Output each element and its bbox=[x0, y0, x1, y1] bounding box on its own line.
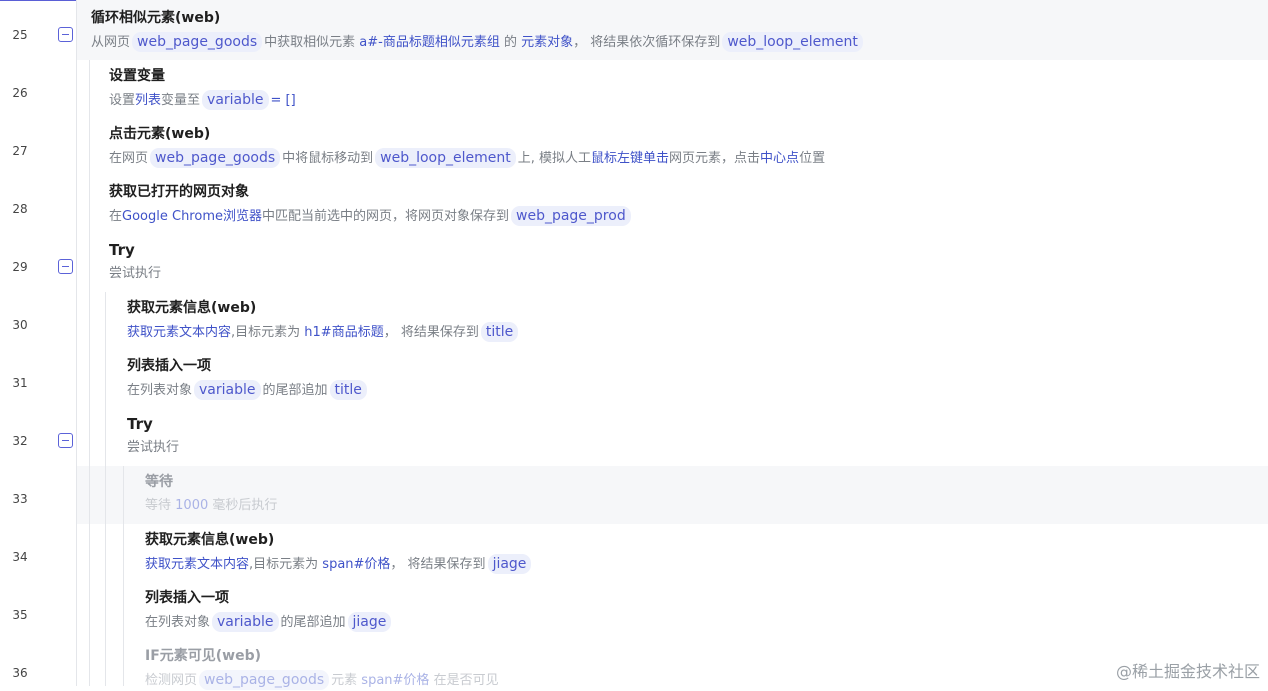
step-description: 获取元素文本内容,目标元素为 span#价格， 将结果保存到 jiage bbox=[145, 554, 533, 575]
step-description: 尝试执行 bbox=[127, 440, 180, 455]
line-number: 33 bbox=[12, 492, 28, 506]
step-title: 获取已打开的网页对象 bbox=[109, 184, 249, 200]
step-title: 获取元素信息(web) bbox=[145, 532, 275, 548]
line-number: 31 bbox=[12, 376, 28, 390]
variable-pill[interactable]: title bbox=[329, 380, 367, 400]
line-number: 35 bbox=[12, 608, 28, 622]
step-list-append[interactable]: 列表插入一项 在列表对象 variable 的尾部追加 title bbox=[127, 356, 369, 401]
line-number: 30 bbox=[12, 318, 28, 332]
line-number: 29 bbox=[12, 260, 28, 274]
step-get-open-page[interactable]: 获取已打开的网页对象 在Google Chrome浏览器中匹配当前选中的网页，将… bbox=[109, 182, 633, 227]
step-description: 设置列表变量至 variable = [] bbox=[109, 90, 296, 110]
indent-guide-loop bbox=[89, 60, 90, 686]
collapse-toggle-icon[interactable] bbox=[58, 433, 73, 448]
step-click-element[interactable]: 点击元素(web) 在网页 web_page_goods 中将鼠标移动到 web_lo… bbox=[109, 124, 825, 169]
line-number: 32 bbox=[12, 434, 28, 448]
variable-pill[interactable]: web_page_goods bbox=[132, 32, 263, 52]
step-title: 列表插入一项 bbox=[145, 590, 229, 606]
variable-pill[interactable]: web_page_prod bbox=[511, 206, 631, 226]
step-try-inner[interactable]: Try 尝试执行 bbox=[127, 414, 179, 458]
step-set-variable[interactable]: 设置变量 设置列表变量至 variable = [] bbox=[109, 66, 296, 111]
variable-pill[interactable]: variable bbox=[194, 380, 261, 400]
step-title: 列表插入一项 bbox=[127, 358, 211, 374]
step-get-element-info[interactable]: 获取元素信息(web) 获取元素文本内容,目标元素为 h1#商品标题， 将结果保… bbox=[127, 298, 520, 343]
step-description: 从网页 web_page_goods 中获取相似元素 a#-商品标题相似元素组 的 … bbox=[91, 32, 865, 53]
line-number: 25 bbox=[12, 28, 28, 42]
line-number: 36 bbox=[12, 666, 28, 680]
variable-pill[interactable]: jiage bbox=[487, 554, 532, 574]
variable-pill[interactable]: web_page_goods bbox=[150, 148, 281, 168]
collapse-toggle-icon[interactable] bbox=[58, 27, 73, 42]
line-number: 34 bbox=[12, 550, 28, 564]
variable-pill[interactable]: jiage bbox=[347, 612, 392, 632]
step-description: 在网页 web_page_goods 中将鼠标移动到 web_loop_element… bbox=[109, 148, 826, 168]
keyword: 元素对象 bbox=[521, 35, 574, 50]
variable-pill[interactable]: variable bbox=[212, 612, 279, 632]
keyword: 获取元素文本内容 bbox=[145, 557, 250, 572]
watermark: @稀土掘金技术社区 bbox=[1115, 662, 1260, 681]
indent-guide-try-inner bbox=[123, 466, 124, 686]
step-title: 设置变量 bbox=[109, 68, 165, 84]
step-title: 等待 bbox=[145, 474, 173, 490]
keyword: h1#商品标题 bbox=[304, 325, 384, 340]
line-number: 28 bbox=[12, 202, 28, 216]
step-description: 检测网页 web_page_goods 元素 span#价格 在是否可见 bbox=[145, 670, 499, 690]
variable-pill[interactable]: web_loop_element bbox=[722, 32, 863, 52]
keyword: span#价格 bbox=[322, 557, 391, 572]
collapse-toggle-icon[interactable] bbox=[58, 259, 73, 274]
variable-pill[interactable]: web_loop_element bbox=[375, 148, 516, 168]
keyword: Google Chrome浏览器 bbox=[122, 209, 262, 224]
step-description: 在列表对象 variable 的尾部追加 title bbox=[127, 380, 369, 401]
step-title: 获取元素信息(web) bbox=[127, 300, 257, 316]
variable-pill[interactable]: variable bbox=[202, 90, 269, 110]
step-list-append-price[interactable]: 列表插入一项 在列表对象 variable 的尾部追加 jiage bbox=[145, 588, 393, 633]
keyword: = [] bbox=[270, 93, 296, 108]
step-loop-similar-elements[interactable]: 循环相似元素(web) 从网页 web_page_goods 中获取相似元素 a#-… bbox=[91, 8, 865, 53]
step-try-outer[interactable]: Try 尝试执行 bbox=[109, 240, 161, 284]
indent-guide-try-outer bbox=[105, 292, 106, 686]
keyword: 获取元素文本内容 bbox=[127, 325, 232, 340]
line-number: 27 bbox=[12, 144, 28, 158]
step-title: Try bbox=[109, 241, 135, 259]
step-description: 在Google Chrome浏览器中匹配当前选中的网页，将网页对象保存到 web_… bbox=[109, 206, 633, 227]
gutter-top-indicator bbox=[0, 0, 76, 1]
line-number: 26 bbox=[12, 86, 28, 100]
keyword: 中心点 bbox=[760, 151, 800, 166]
line-number-gutter bbox=[0, 0, 77, 686]
step-wait[interactable]: 等待 等待 1000 毫秒后执行 bbox=[145, 472, 277, 516]
step-title: 点击元素(web) bbox=[109, 126, 211, 142]
keyword: 列表 bbox=[135, 93, 162, 108]
step-description: 在列表对象 variable 的尾部追加 jiage bbox=[145, 612, 393, 633]
step-get-element-info-price[interactable]: 获取元素信息(web) 获取元素文本内容,目标元素为 span#价格， 将结果保… bbox=[145, 530, 533, 575]
step-title: 循环相似元素(web) bbox=[91, 10, 221, 26]
step-title: Try bbox=[127, 415, 153, 433]
keyword: 1000 bbox=[175, 498, 209, 513]
step-description: 获取元素文本内容,目标元素为 h1#商品标题， 将结果保存到 title bbox=[127, 322, 520, 343]
variable-pill[interactable]: title bbox=[480, 322, 519, 342]
step-if-element-visible[interactable]: IF元素可见(web) 检测网页 web_page_goods 元素 span#价格… bbox=[145, 646, 499, 691]
step-description: 等待 1000 毫秒后执行 bbox=[145, 498, 278, 513]
variable-pill[interactable]: web_page_goods bbox=[199, 670, 330, 690]
step-description: 尝试执行 bbox=[109, 266, 162, 281]
keyword: a#-商品标题相似元素组 bbox=[359, 35, 500, 50]
keyword: 鼠标左键单击 bbox=[591, 151, 670, 166]
step-title: IF元素可见(web) bbox=[145, 648, 262, 664]
